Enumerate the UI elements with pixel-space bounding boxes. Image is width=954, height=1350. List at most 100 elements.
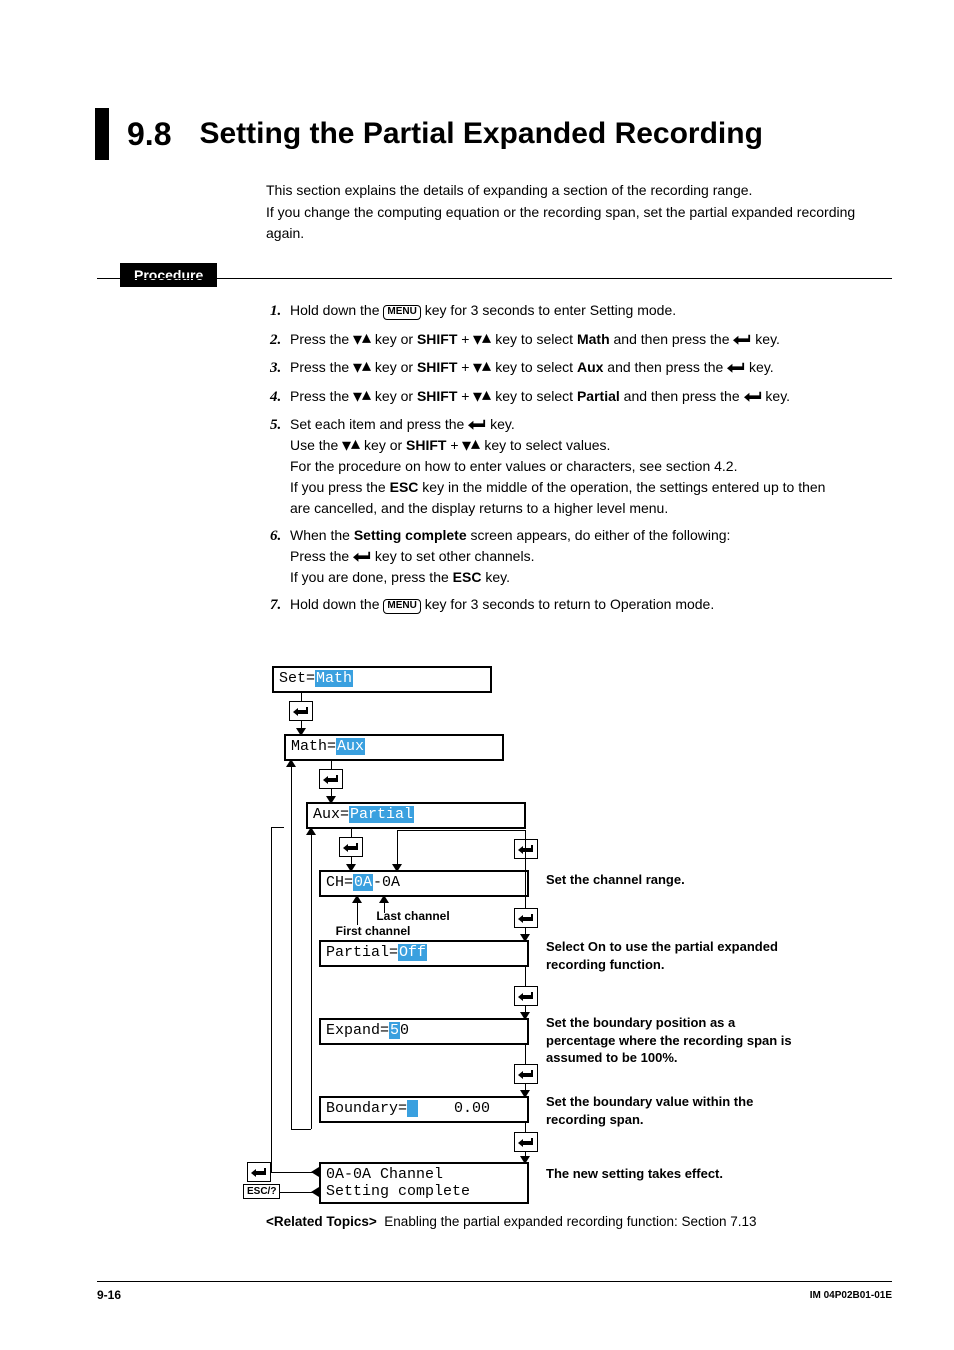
- flow-box-aux-partial: Aux=Partial: [306, 802, 526, 829]
- text: key or: [371, 388, 417, 404]
- enter-icon-box: [514, 1064, 538, 1084]
- text: 0: [400, 1022, 409, 1039]
- menu-key-icon: MENU: [383, 599, 420, 614]
- text: Setting complete: [326, 1183, 470, 1200]
- aux-key: Aux: [577, 359, 603, 375]
- text: and then press the: [603, 359, 727, 375]
- flow-label-channel: Set the channel range.: [546, 871, 806, 889]
- arrow-up-icon: [286, 759, 296, 767]
- flow-box-boundary: Boundary= 0.00: [319, 1096, 529, 1123]
- enter-icon: [727, 361, 745, 374]
- setting-complete: Setting complete: [354, 527, 467, 543]
- flow-label-expand: Set the boundary position as a percentag…: [546, 1014, 806, 1067]
- text: Press the: [290, 331, 353, 347]
- related-label: <Related Topics>: [266, 1214, 377, 1229]
- text: +: [457, 359, 473, 375]
- updown-icon: [353, 333, 371, 346]
- flow-highlight: 5: [389, 1022, 400, 1039]
- step-body: Press the key or SHIFT + key to select M…: [290, 329, 830, 352]
- related-text: Enabling the partial expanded recording …: [377, 1214, 757, 1229]
- text: key to select values.: [480, 437, 610, 453]
- flow-highlight: Off: [398, 944, 427, 961]
- text: key for 3 seconds to enter Setting mode.: [421, 302, 676, 318]
- arrow-up-icon: [352, 895, 362, 903]
- updown-icon: [473, 390, 491, 403]
- flow-line: [271, 827, 272, 1173]
- math-key: Math: [577, 331, 610, 347]
- text: key or: [371, 359, 417, 375]
- flow-highlight: Partial: [349, 806, 414, 823]
- step-7: 7. Hold down the MENU key for 3 seconds …: [270, 594, 830, 617]
- updown-icon: [353, 390, 371, 403]
- flow-line: [525, 830, 526, 870]
- step-num: 6.: [270, 525, 290, 588]
- step-6: 6. When the Setting complete screen appe…: [270, 525, 830, 588]
- text: Set=: [279, 670, 315, 687]
- updown-icon: [342, 439, 360, 452]
- text: key.: [751, 331, 780, 347]
- enter-icon-box: [319, 769, 343, 789]
- text: and then press the: [610, 331, 734, 347]
- enter-icon: [733, 333, 751, 346]
- step-1: 1. Hold down the MENU key for 3 seconds …: [270, 300, 830, 323]
- text: key.: [481, 569, 510, 585]
- text: key or: [371, 331, 417, 347]
- enter-icon-box: [247, 1162, 271, 1182]
- text: CH=: [326, 874, 353, 891]
- text: key for 3 seconds to return to Operation…: [421, 596, 714, 612]
- text: key to set other channels.: [371, 548, 534, 564]
- text: key.: [765, 388, 790, 404]
- step-2: 2. Press the key or SHIFT + key to selec…: [270, 329, 830, 352]
- step-num: 3.: [270, 357, 290, 380]
- text: Press the: [290, 359, 353, 375]
- esc-key-box: ESC/?: [243, 1184, 280, 1199]
- text: Press the: [290, 388, 353, 404]
- text: Use the: [290, 437, 342, 453]
- text: For the procedure on how to enter values…: [290, 458, 737, 474]
- flow-label-complete: The new setting takes effect.: [546, 1165, 806, 1183]
- shift-key: SHIFT: [406, 437, 446, 453]
- step-body: When the Setting complete screen appears…: [290, 525, 830, 588]
- flow-box-math-aux: Math=Aux: [284, 734, 504, 761]
- flow-label-first-channel: First channel: [328, 925, 418, 939]
- flow-line: [271, 827, 284, 828]
- flowchart: Set=Math Math=Aux Aux=Partial CH=0A-0A S…: [266, 666, 876, 1206]
- text: key or: [360, 437, 406, 453]
- text: key to select: [491, 331, 577, 347]
- section-header: 9.8 Setting the Partial Expanded Recordi…: [95, 108, 892, 160]
- flow-box-complete: 0A-0A Channel Setting complete: [319, 1162, 529, 1204]
- flow-highlight: Math: [315, 670, 353, 687]
- arrow-left-icon: [311, 1167, 319, 1177]
- text: key to select: [491, 388, 577, 404]
- text: Hold down the: [290, 596, 383, 612]
- flow-line: [525, 870, 526, 940]
- enter-icon: [744, 390, 762, 403]
- text: Press the: [290, 548, 353, 564]
- text: +: [447, 437, 463, 453]
- flow-box-partial-off: Partial=Off: [319, 940, 529, 967]
- step-body: Press the key or SHIFT + key to select P…: [290, 386, 830, 409]
- step-5: 5. Set each item and press the key. Use …: [270, 414, 830, 519]
- flow-highlight: 0A: [353, 874, 373, 891]
- arrow-up-icon: [379, 895, 389, 903]
- enter-icon-box: [514, 1132, 538, 1152]
- page-number: 9-16: [97, 1288, 121, 1302]
- step-num: 7.: [270, 594, 290, 617]
- step-num: 2.: [270, 329, 290, 352]
- flow-label-boundary: Set the boundary value within the record…: [546, 1093, 806, 1128]
- text: If you are done, press the: [290, 569, 453, 585]
- section-bar: [95, 108, 109, 160]
- step-num: 1.: [270, 300, 290, 323]
- enter-icon-box: [514, 908, 538, 928]
- partial-key: Partial: [577, 388, 620, 404]
- section-number: 9.8: [127, 116, 171, 153]
- related-topics: <Related Topics> Enabling the partial ex…: [266, 1214, 757, 1229]
- flow-line: [397, 830, 525, 831]
- enter-icon-box: [514, 986, 538, 1006]
- enter-icon-box: [514, 839, 538, 859]
- step-body: Press the key or SHIFT + key to select A…: [290, 357, 830, 380]
- step-num: 5.: [270, 414, 290, 519]
- enter-icon-box: [339, 837, 363, 857]
- flow-box-channel: CH=0A-0A: [319, 870, 529, 897]
- text: 0.00: [418, 1100, 490, 1117]
